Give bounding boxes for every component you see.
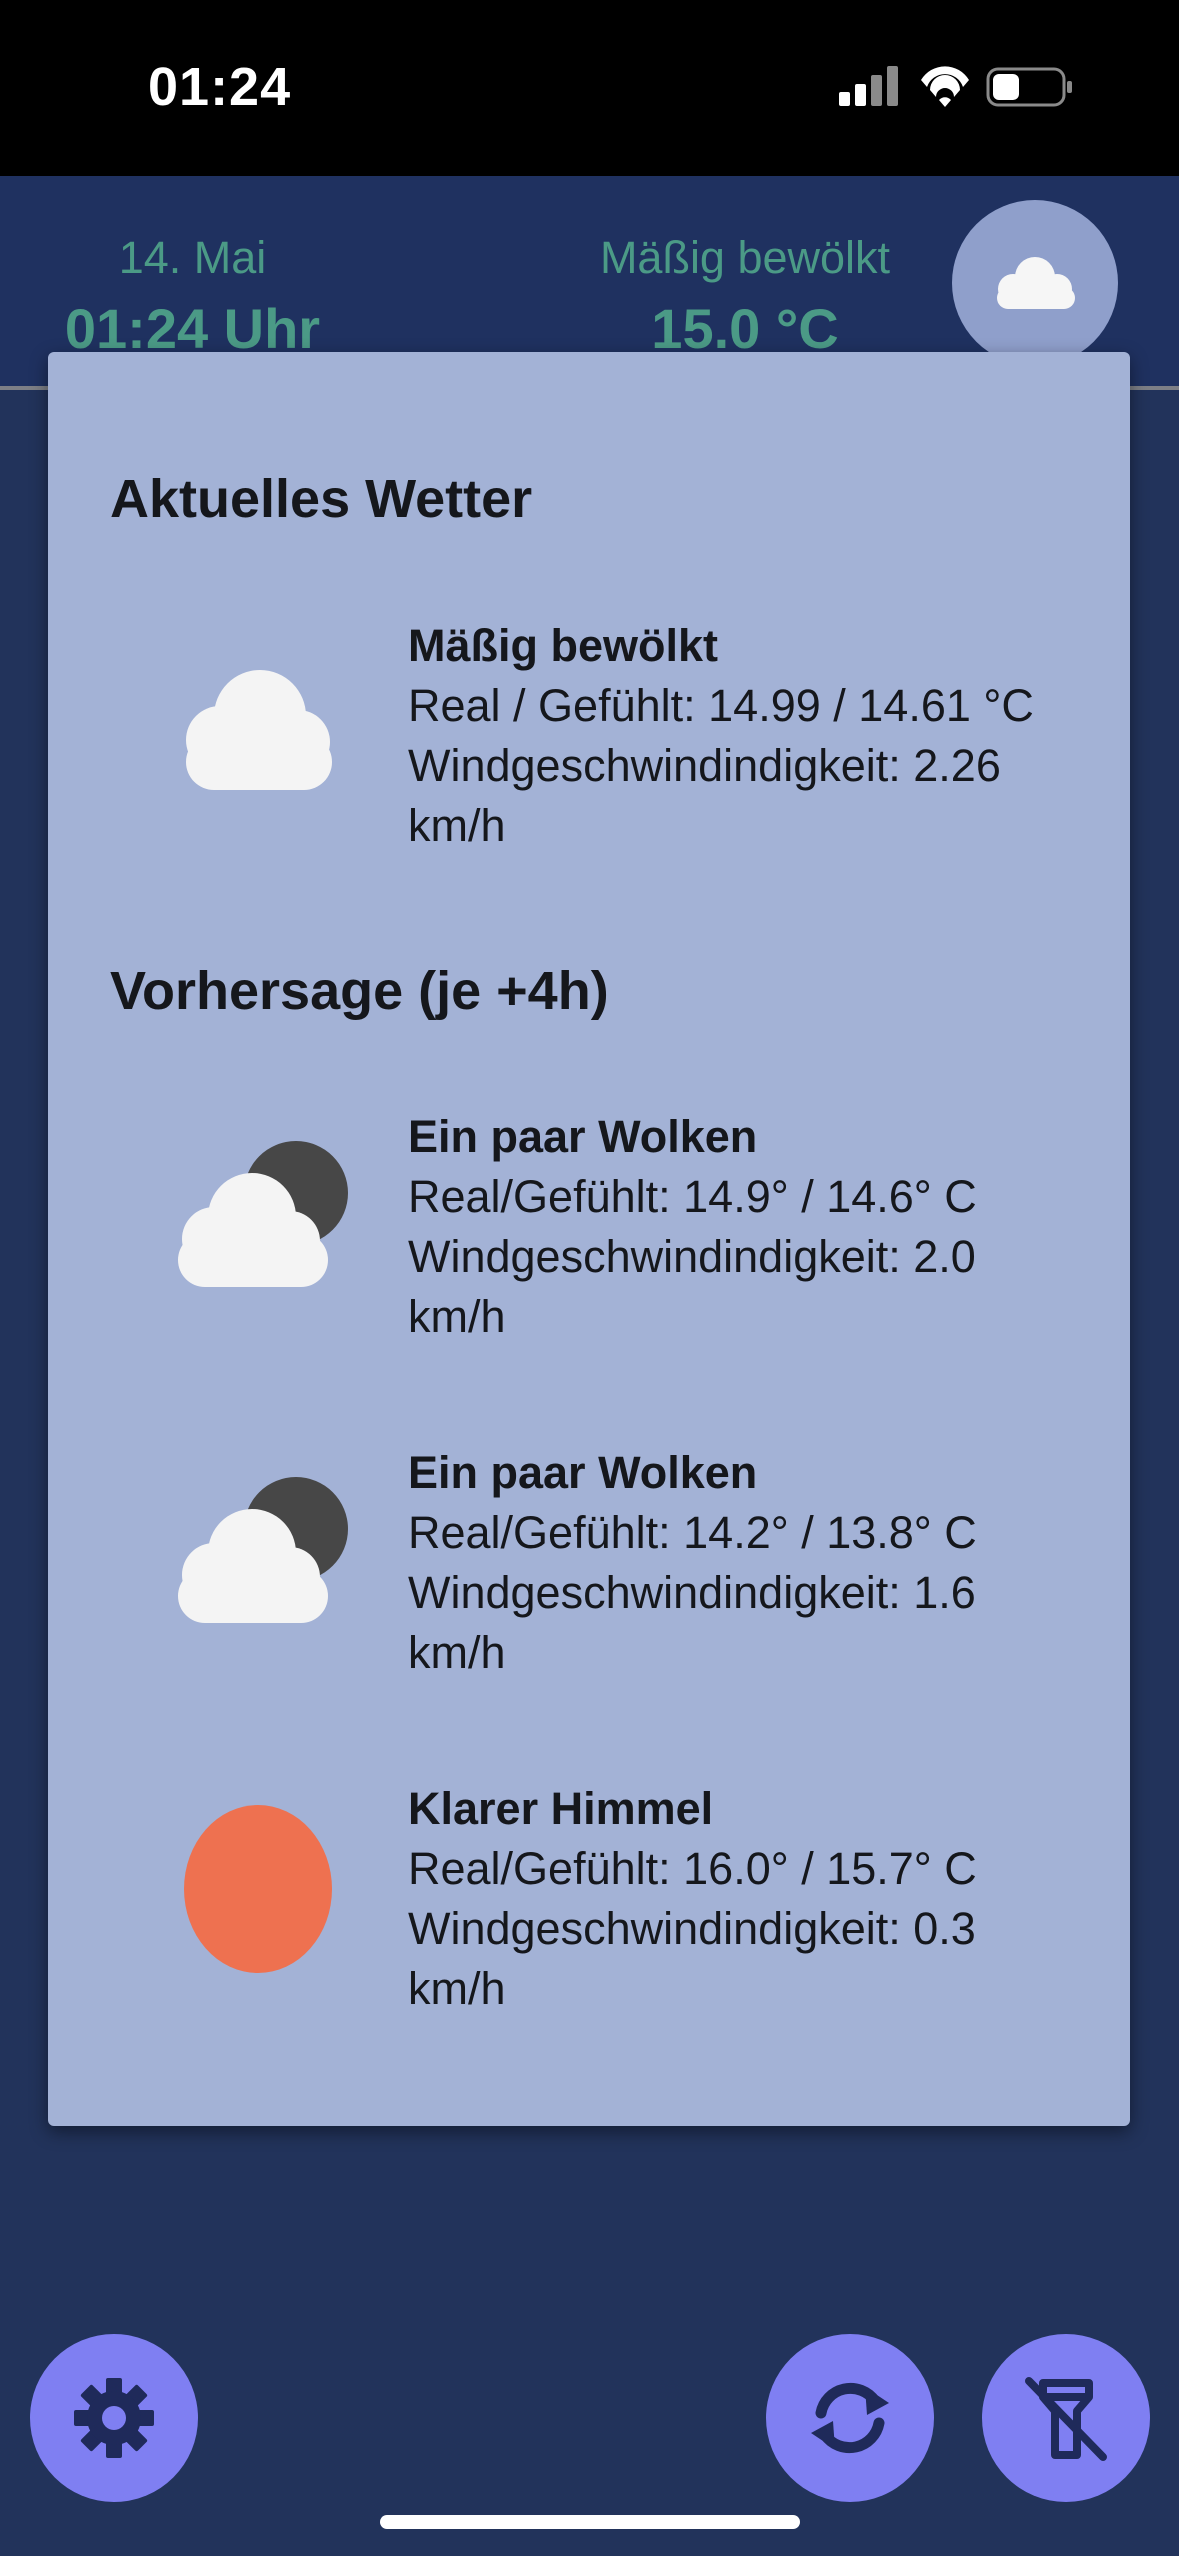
cloud-moon-icon [178, 1141, 348, 1287]
home-indicator[interactable] [380, 2515, 800, 2529]
current-weather-title: Mäßig bewölkt [408, 620, 719, 671]
forecast-wind-unit: km/h [408, 1291, 506, 1342]
forecast-entry: Ein paar Wolken Real/Gefühlt: 14.2° / 13… [48, 1443, 1130, 1743]
forecast-title: Klarer Himmel [408, 1783, 714, 1834]
status-icons [839, 66, 1072, 107]
header-condition: Mäßig bewölkt [599, 232, 891, 283]
current-weather-wind-unit: km/h [408, 800, 506, 851]
refresh-button[interactable] [766, 2334, 934, 2502]
forecast-temps: Real/Gefühlt: 16.0° / 15.7° C [408, 1843, 977, 1894]
forecast-entry: Klarer Himmel Real/Gefühlt: 16.0° / 15.7… [48, 1779, 1130, 2079]
forecast-temps: Real/Gefühlt: 14.9° / 14.6° C [408, 1171, 977, 1222]
cloud-moon-icon [178, 1477, 348, 1623]
forecast-wind: Windgeschwindindigkeit: 2.0 [408, 1231, 976, 1282]
forecast-entry: Ein paar Wolken Real/Gefühlt: 14.9° / 14… [48, 1107, 1130, 1407]
wifi-icon [921, 66, 969, 107]
flashlight-off-icon [1025, 2377, 1107, 2461]
cloud-icon [186, 670, 332, 790]
current-weather-temps: Real / Gefühlt: 14.99 / 14.61 °C [408, 680, 1034, 731]
weather-toggle-button[interactable] [952, 200, 1118, 366]
header-date: 14. Mai [118, 232, 267, 283]
forecast-heading: Vorhersage (je +4h) [110, 961, 609, 1021]
forecast-title: Ein paar Wolken [408, 1447, 758, 1498]
settings-button[interactable] [30, 2334, 198, 2502]
current-weather-entry: Mäßig bewölkt Real / Gefühlt: 14.99 / 14… [48, 616, 1130, 916]
current-weather-wind: Windgeschwindindigkeit: 2.26 [408, 740, 1001, 791]
refresh-icon [811, 2382, 889, 2454]
forecast-title: Ein paar Wolken [408, 1111, 758, 1162]
cloud-icon [997, 257, 1075, 309]
battery-icon [986, 67, 1072, 107]
gear-icon [74, 2378, 154, 2458]
current-weather-heading: Aktuelles Wetter [110, 469, 533, 529]
forecast-wind-unit: km/h [408, 1627, 506, 1678]
status-time: 01:24 [148, 57, 292, 117]
status-bar: 01:24 [0, 0, 1179, 176]
sun-icon [184, 1805, 332, 1973]
weather-panel: Aktuelles Wetter Mäßig bewölkt Real / Ge… [48, 352, 1130, 2126]
cellular-signal-icon [839, 66, 898, 106]
forecast-temps: Real/Gefühlt: 14.2° / 13.8° C [408, 1507, 977, 1558]
forecast-wind-unit: km/h [408, 1963, 506, 2014]
forecast-wind: Windgeschwindindigkeit: 0.3 [408, 1903, 976, 1954]
flashlight-toggle-button[interactable] [982, 2334, 1150, 2502]
forecast-wind: Windgeschwindindigkeit: 1.6 [408, 1567, 976, 1618]
